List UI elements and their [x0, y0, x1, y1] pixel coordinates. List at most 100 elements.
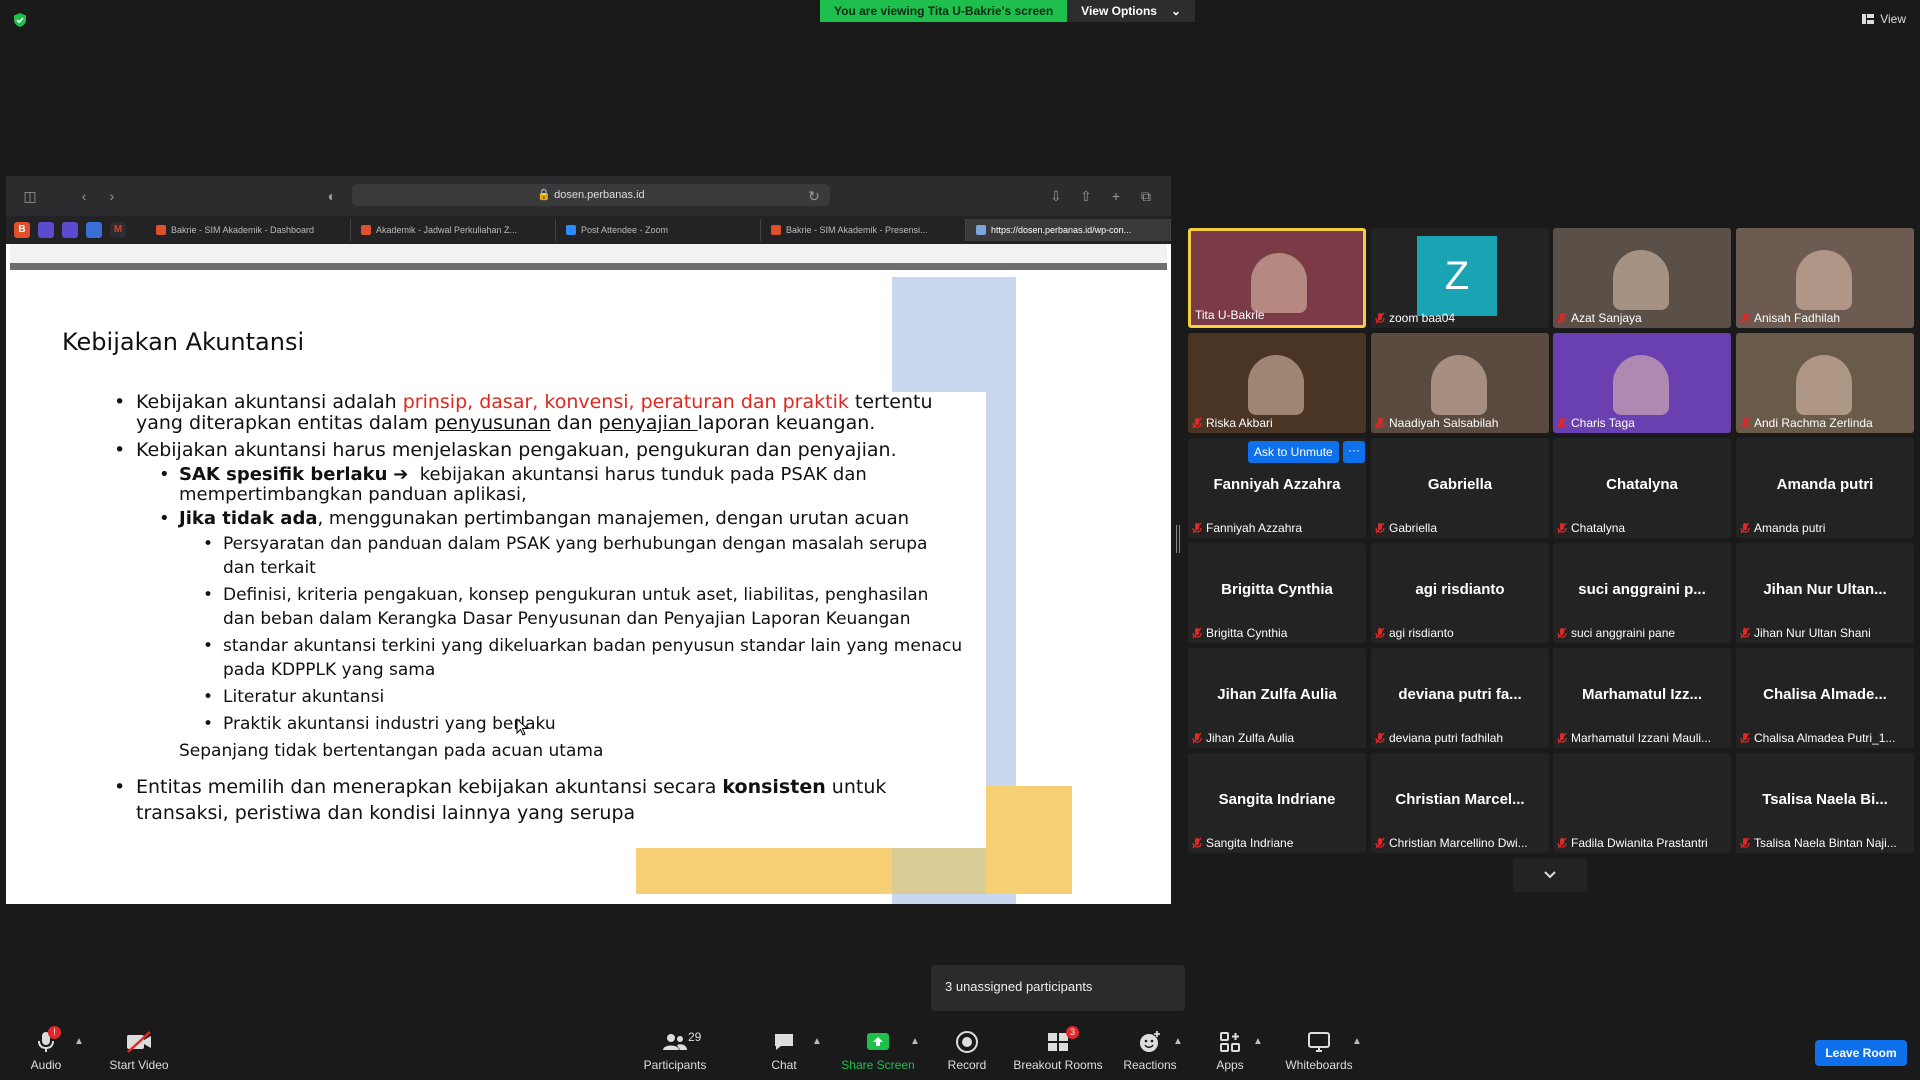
share-screen-button[interactable]: Share Screen	[838, 1030, 918, 1072]
participant-video-tile[interactable]: Tita U-Bakrie	[1188, 228, 1366, 328]
video-feed	[1796, 250, 1852, 310]
participant-name-tile[interactable]: Brigitta Cynthia Brigitta Cynthia	[1188, 543, 1366, 643]
slide-sub-sub-bullet-line: dan beban dalam Kerangka Dasar Penyusuna…	[223, 609, 911, 629]
participant-display-name: Gabriella	[1427, 476, 1493, 493]
share-screen-icon	[867, 1033, 889, 1050]
participant-display-name: Fanniyah Azzahra	[1213, 476, 1341, 493]
participant-name-tile[interactable]: Marhamatul Izz... Marhamatul Izzani Mauli…	[1553, 648, 1731, 748]
apps-options-caret[interactable]: ▲	[1253, 1036, 1263, 1047]
view-label: View	[1880, 12, 1906, 26]
muted-mic-icon	[1192, 732, 1202, 744]
slide-sub-sub-bullet-line: dan terkait	[223, 558, 316, 578]
shield-icon[interactable]	[12, 12, 28, 28]
apps-button[interactable]: Apps	[1210, 1030, 1250, 1072]
ask-to-unmute-button[interactable]: Ask to Unmute	[1248, 441, 1339, 463]
record-icon	[956, 1031, 978, 1053]
tab-overview-icon[interactable]: ⧉	[1138, 188, 1154, 204]
browser-tab[interactable]: Akademik - Jadwal Perkuliahan Z...	[351, 219, 556, 241]
browser-tab[interactable]: Post Attendee - Zoom	[556, 219, 761, 241]
participant-display-name: suci anggraini p...	[1578, 581, 1706, 598]
whiteboards-button[interactable]: Whiteboards	[1282, 1030, 1356, 1072]
participant-video-tile[interactable]: Riska Akbari	[1188, 333, 1366, 433]
bookmark-favicon[interactable]	[38, 222, 54, 238]
participant-name-tile[interactable]: suci anggraini p... suci anggraini pane	[1553, 543, 1731, 643]
participant-video-tile[interactable]: Anisah Fadhilah	[1736, 228, 1914, 328]
participants-button[interactable]: 29 Participants	[640, 1030, 710, 1072]
share-icon[interactable]: ⇧	[1078, 188, 1094, 204]
muted-mic-icon	[1740, 312, 1750, 324]
bookmark-favicon[interactable]: B	[14, 222, 30, 238]
gmail-icon[interactable]: M	[110, 222, 126, 238]
participant-name-tile[interactable]: Gabriella Gabriella	[1371, 438, 1549, 538]
chat-options-caret[interactable]: ▲	[812, 1036, 822, 1047]
participant-name-tile[interactable]: Sangita Indriane Sangita Indriane	[1188, 753, 1366, 853]
whiteboards-options-caret[interactable]: ▲	[1352, 1036, 1362, 1047]
participant-display-name: deviana putri fa...	[1398, 686, 1522, 703]
chat-label: Chat	[771, 1058, 797, 1072]
reactions-options-caret[interactable]: ▲	[1173, 1036, 1183, 1047]
participant-name-tile[interactable]: Amanda putri Amanda putri	[1736, 438, 1914, 538]
share-options-caret[interactable]: ▲	[910, 1036, 920, 1047]
start-video-button[interactable]: Start Video	[104, 1030, 174, 1072]
browser-tab[interactable]: Bakrie - SIM Akademik - Presensi...	[761, 219, 966, 241]
avatar: Z	[1417, 236, 1497, 316]
browser-tab-active[interactable]: https://dosen.perbanas.id/wp-con...	[966, 219, 1171, 241]
participant-name-tile[interactable]: Jihan Nur Ultan... Jihan Nur Ultan Shani	[1736, 543, 1914, 643]
muted-mic-icon	[1740, 522, 1750, 534]
muted-mic-icon	[1192, 522, 1202, 534]
browser-tab[interactable]: Bakrie - SIM Akademik - Dashboard	[146, 219, 351, 241]
breakout-rooms-button[interactable]: 3 Breakout Rooms	[1012, 1026, 1104, 1072]
participant-name-tile[interactable]: agi risdianto agi risdianto	[1371, 543, 1549, 643]
muted-mic-icon	[1375, 732, 1385, 744]
reload-icon[interactable]: ↻	[806, 188, 822, 204]
participant-video-tile[interactable]: Zzoom baa04	[1371, 228, 1549, 328]
bookmark-favicon[interactable]	[86, 222, 102, 238]
view-options-label: View Options	[1081, 4, 1157, 18]
participant-name-tile[interactable]: Christian Marcel... Christian Marcellino …	[1371, 753, 1549, 853]
gallery-next-page-button[interactable]	[1513, 858, 1587, 892]
participant-name: Chatalyna	[1557, 521, 1625, 535]
view-button[interactable]: View	[1862, 12, 1906, 26]
participant-name-tile[interactable]: deviana putri fa... deviana putri fadhila…	[1371, 648, 1549, 748]
bookmark-favicon[interactable]	[62, 222, 78, 238]
participant-video-tile[interactable]: Charis Taga	[1553, 333, 1731, 433]
participant-name-tile[interactable]: Jihan Zulfa Aulia Jihan Zulfa Aulia	[1188, 648, 1366, 748]
download-icon[interactable]: ⇩	[1048, 188, 1064, 204]
viewing-banner: You are viewing Tita U-Bakrie's screen V…	[820, 0, 1196, 22]
leave-room-button[interactable]: Leave Room	[1815, 1040, 1907, 1066]
reactions-button[interactable]: Reactions	[1120, 1030, 1180, 1072]
participant-name: suci anggraini pane	[1557, 626, 1675, 640]
slide-sub-sub-bullet: • Praktik akuntansi industri yang berlaku	[203, 714, 556, 734]
participant-name-tile[interactable]: Chalisa Almade... Chalisa Almadea Putri_1…	[1736, 648, 1914, 748]
url-bar[interactable]: 🔒 dosen.perbanas.id	[352, 184, 830, 206]
chevron-down-icon: ⌄	[1170, 4, 1182, 18]
muted-mic-icon	[1192, 837, 1202, 849]
participant-name-tile[interactable]: Fadila Dwianita Prastantri	[1553, 753, 1731, 853]
muted-mic-icon	[1557, 522, 1567, 534]
view-options-button[interactable]: View Options ⌄	[1067, 0, 1196, 22]
participant-video-tile[interactable]: Andi Rachma Zerlinda	[1736, 333, 1914, 433]
back-icon[interactable]: ‹	[76, 188, 92, 204]
participant-display-name: Marhamatul Izz...	[1581, 686, 1703, 703]
new-tab-icon[interactable]: +	[1108, 188, 1124, 204]
participant-display-name: Sangita Indriane	[1218, 791, 1336, 808]
privacy-shield-icon[interactable]: ◐	[324, 188, 340, 204]
audio-options-caret[interactable]: ▲	[74, 1036, 84, 1047]
browser-chrome: ◫ ‹ › ◐ 🔒 dosen.perbanas.id ↻ ⇩ ⇧ + ⧉ B	[6, 176, 1171, 244]
chat-button[interactable]: Chat	[764, 1030, 804, 1072]
apps-label: Apps	[1216, 1058, 1244, 1072]
forward-icon[interactable]: ›	[104, 188, 120, 204]
sidebar-icon[interactable]: ◫	[22, 188, 38, 204]
resize-handle[interactable]	[1176, 525, 1180, 553]
audio-warning-badge: !	[48, 1026, 61, 1039]
participant-video-tile[interactable]: Azat Sanjaya	[1553, 228, 1731, 328]
record-button[interactable]: Record	[942, 1030, 992, 1072]
participant-name-tile[interactable]: Chatalyna Chatalyna	[1553, 438, 1731, 538]
participant-video-tile[interactable]: Naadiyah Salsabilah	[1371, 333, 1549, 433]
chevron-down-icon	[1544, 871, 1556, 879]
participant-display-name: agi risdianto	[1415, 581, 1505, 598]
muted-mic-icon	[1192, 417, 1202, 429]
more-options-button[interactable]: ···	[1343, 441, 1365, 463]
audio-button[interactable]: ! Audio	[24, 1026, 68, 1072]
participant-name-tile[interactable]: Tsalisa Naela Bi... Tsalisa Naela Bintan …	[1736, 753, 1914, 853]
